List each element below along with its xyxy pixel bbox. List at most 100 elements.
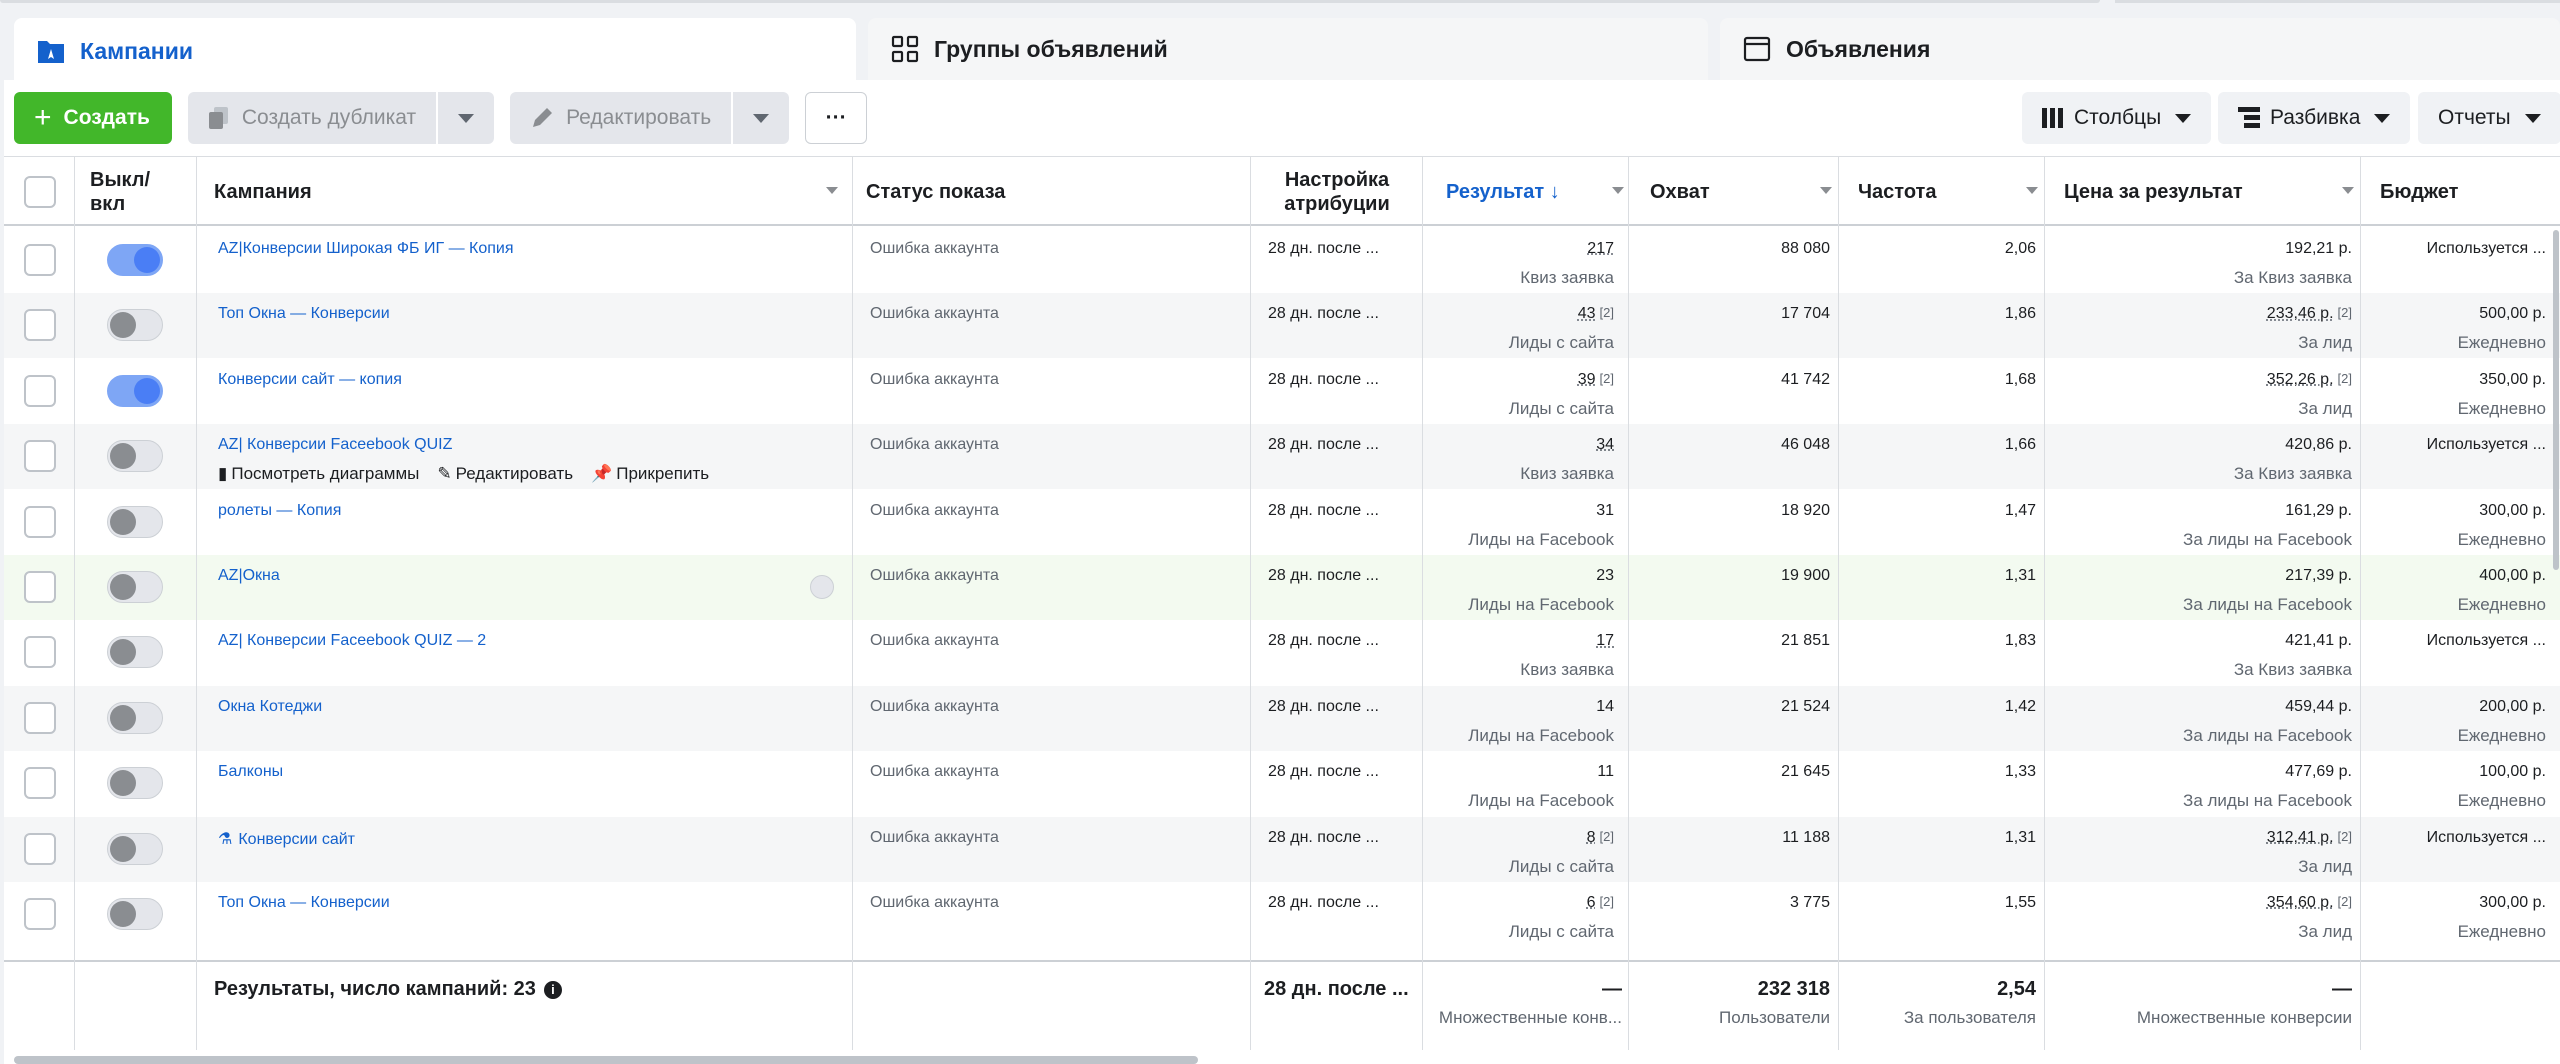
row-checkbox[interactable] [24,440,56,473]
campaign-toggle[interactable] [107,832,163,865]
campaign-toggle[interactable] [107,374,163,407]
campaign-name-link[interactable]: Конверсии сайт — копия [218,371,402,389]
edit-dropdown[interactable] [733,92,790,144]
campaign-name-link[interactable]: Балконы [218,763,283,781]
col-cost[interactable]: Цена за результат [2050,157,2366,227]
tab-campaigns[interactable]: Кампании [14,18,856,84]
campaign-name[interactable]: Топ Окна — Конверсии [218,894,390,911]
row-checkbox[interactable] [24,309,56,342]
campaign-name-link[interactable]: ⚗ Конверсии сайт [218,829,355,849]
reach-value: 11 188 [1782,828,1830,846]
campaign-toggle[interactable] [107,571,163,603]
breakdown-icon [2238,107,2260,129]
budget-value: Используется ... [2426,240,2546,257]
budget-value: 350,00 р. [2479,370,2546,388]
row-checkbox[interactable] [24,571,56,603]
campaign-toggle[interactable] [107,701,163,734]
campaign-name-link[interactable]: Топ Окна — Конверсии [218,305,390,323]
horizontal-scrollbar[interactable] [14,1056,1198,1064]
campaign-name[interactable]: Конверсии сайт [238,831,355,848]
table-row[interactable]: ⚗ Конверсии сайт Ошибка аккаунта 28 дн. пос… [4,816,2560,882]
row-checkbox[interactable] [24,374,56,407]
table-row[interactable]: Топ Окна — Конверсии Ошибка аккаунта 28 дн… [4,882,2560,947]
table-row[interactable]: AZ| Конверсии Faceebook QUIZ — 2 Ошибка а… [4,620,2560,685]
row-checkbox[interactable] [24,701,56,734]
select-all-checkbox[interactable] [24,176,56,208]
row-checkbox[interactable] [24,767,56,800]
delivery-status: Ошибка аккаунта [870,501,999,519]
table-row[interactable]: AZ|Конверсии Широкая ФБ ИГ — Копия Ошибка… [4,228,2560,293]
campaign-name[interactable]: AZ|Конверсии Широкая ФБ ИГ — Копия [218,240,514,257]
cost-number: 477,69 р. [2285,763,2352,781]
duplicate-dropdown[interactable] [438,92,495,144]
campaign-name-link[interactable]: Топ Окна — Конверсии [218,894,390,912]
campaign-name[interactable]: Окна Котеджи [218,698,322,715]
campaign-name-link[interactable]: ролеты — Копия [218,502,341,520]
duplicate-button[interactable]: Создать дубликат [187,92,437,144]
columns-button[interactable]: Столбцы [2022,92,2212,144]
frequency-value: 1,42 [2004,697,2036,715]
campaign-toggle[interactable] [107,898,163,930]
campaign-name[interactable]: AZ| Конверсии Faceebook QUIZ — 2 [218,632,486,649]
campaign-toggle[interactable] [107,244,163,276]
col-reach[interactable]: Охват [1636,157,1844,227]
campaign-name-link[interactable]: AZ| Конверсии Faceebook QUIZ [218,436,452,454]
edit-button[interactable]: Редактировать [510,92,732,144]
vertical-scrollbar[interactable] [2553,230,2559,570]
view-charts-action[interactable]: ▮ Посмотреть диаграммы [218,464,419,484]
chevron-down-icon [2374,113,2391,123]
reach-value: 21 851 [1781,632,1830,650]
row-checkbox[interactable] [24,244,56,276]
arrow-up-icon[interactable] [810,575,834,599]
campaign-name[interactable]: AZ| Конверсии Faceebook QUIZ [218,436,452,453]
campaign-name[interactable]: AZ|Окна [218,567,280,584]
col-budget[interactable]: Бюджет [2366,157,2560,227]
info-icon[interactable]: i [543,980,562,999]
table-row[interactable]: Балконы Ошибка аккаунта 28 дн. после ... 11… [4,751,2560,816]
table-row[interactable]: Окна Котеджи Ошибка аккаунта 28 дн. после … [4,685,2560,751]
col-result[interactable]: Результат ↓ [1422,157,1636,227]
col-divider [1838,156,1839,1050]
row-checkbox[interactable] [24,898,56,930]
col-attribution[interactable]: Настройка атрибуции [1252,157,1422,227]
campaign-name[interactable]: Топ Окна — Конверсии [218,305,390,322]
campaign-toggle[interactable] [107,505,163,538]
frequency-value: 1,66 [2004,436,2036,454]
pin-action[interactable]: 📌 Прикрепить [591,464,709,484]
row-checkbox[interactable] [24,505,56,538]
campaign-toggle[interactable] [107,309,163,342]
campaign-name-link[interactable]: AZ| Конверсии Faceebook QUIZ — 2 [218,632,486,650]
row-checkbox[interactable] [24,832,56,865]
tab-ads[interactable]: Объявления [1720,18,2560,80]
table-row[interactable]: AZ| Конверсии Faceebook QUIZ ▮ Посмотреть … [4,424,2560,490]
campaign-name[interactable]: ролеты — Копия [218,502,341,519]
edit-action[interactable]: ✎ Редактировать [437,464,573,484]
table-row[interactable]: Конверсии сайт — копия Ошибка аккаунта 28 … [4,359,2560,424]
view-charts-label: Посмотреть диаграммы [231,464,420,484]
campaign-name-link[interactable]: Окна Котеджи [218,698,322,716]
col-attribution-label: Настройка атрибуции [1284,169,1390,215]
campaign-toggle[interactable] [107,636,163,669]
summary-reach: 232 318 [1757,978,1830,1000]
campaign-toggle[interactable] [107,767,163,800]
tab-adsets[interactable]: Группы объявлений [868,18,1708,80]
table-row[interactable]: Топ Окна — Конверсии Ошибка аккаунта 28 дн… [4,293,2560,359]
campaign-toggle[interactable] [107,440,163,473]
campaign-name-link[interactable]: AZ|Конверсии Широкая ФБ ИГ — Копия [218,240,514,258]
cost-number: 312,41 р. [2266,828,2334,846]
row-checkbox[interactable] [24,636,56,669]
campaign-name-link[interactable]: AZ|Окна [218,567,280,585]
campaign-name[interactable]: Конверсии сайт — копия [218,371,402,388]
breakdown-button[interactable]: Разбивка [2218,92,2411,144]
result-value: 31 [1422,502,1614,520]
col-frequency[interactable]: Частота [1844,157,2050,227]
col-campaign[interactable]: Кампания [200,157,850,227]
more-button[interactable]: ··· [805,92,868,144]
create-button[interactable]: + Создать [14,92,172,144]
table-row[interactable]: AZ|Окна Ошибка аккаунта 28 дн. после ... 23… [4,555,2560,620]
result-value: 14 [1422,698,1614,716]
reports-button[interactable]: Отчеты [2418,92,2560,144]
table-row[interactable]: ролеты — Копия Ошибка аккаунта 28 дн. посл… [4,490,2560,555]
col-status[interactable]: Статус показа [852,157,1252,227]
campaign-name[interactable]: Балконы [218,763,283,780]
